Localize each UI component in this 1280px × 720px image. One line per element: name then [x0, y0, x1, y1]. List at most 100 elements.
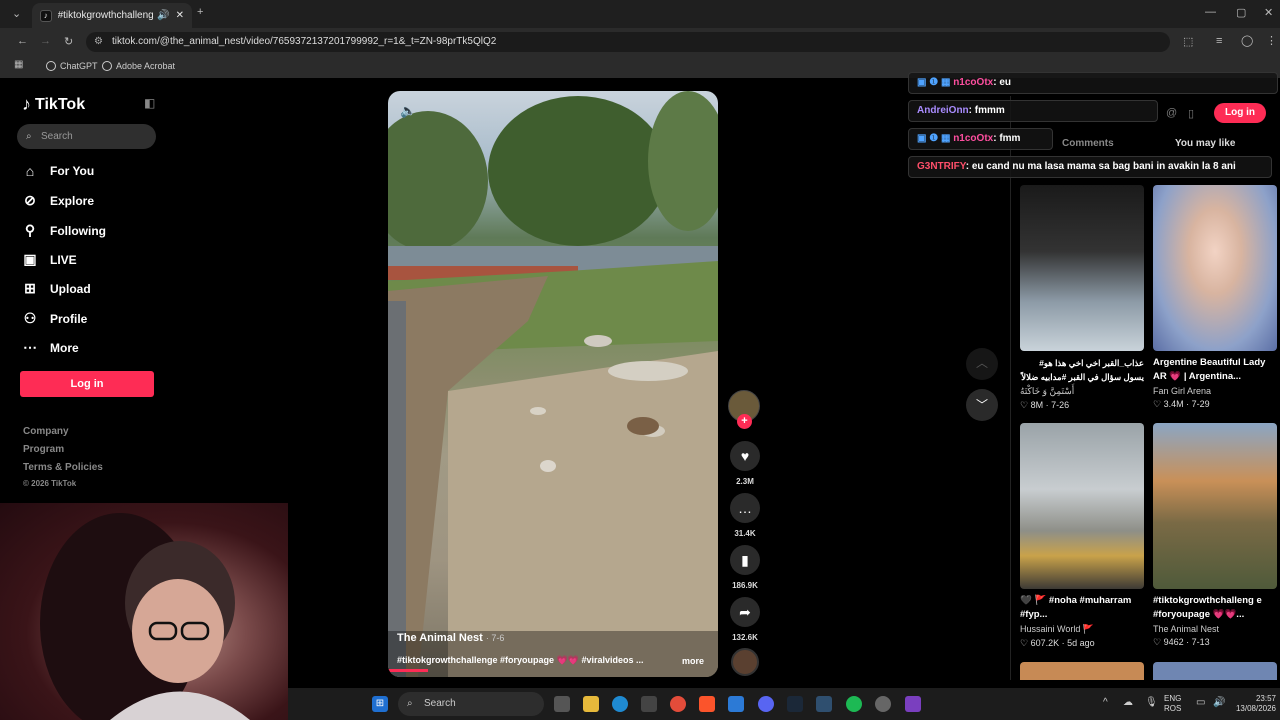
- video-thumbnail[interactable]: [1020, 185, 1144, 351]
- mic-icon[interactable]: 🎙: [1145, 697, 1158, 708]
- webcam-overlay: [0, 503, 288, 720]
- chat-message: G3NTRIFY: eu cand nu ma lasa mama sa bag…: [908, 156, 1272, 178]
- taskbar-search-input[interactable]: ⌕ Search: [398, 692, 544, 716]
- card-title[interactable]: عذاب_القبر اخي اخي هذا هو# يسول سؤال في …: [1020, 356, 1144, 384]
- language-code: ENG: [1164, 694, 1182, 703]
- windows-start-icon[interactable]: ⊞: [372, 696, 388, 712]
- video-caption[interactable]: #tiktokgrowthchallenge #foryoupage 💗💗 #v…: [397, 655, 657, 666]
- caption-more-link[interactable]: more: [682, 656, 704, 666]
- new-tab-icon[interactable]: +: [197, 6, 203, 18]
- address-bar[interactable]: ⚙ tiktok.com/@the_animal_nest/video/7659…: [86, 32, 1170, 52]
- cloud-icon[interactable]: ☁: [1123, 697, 1133, 708]
- card-date: 7-26: [1051, 400, 1070, 410]
- login-button[interactable]: Log in: [20, 371, 154, 397]
- sidebar-item-more[interactable]: ⋯ More: [22, 339, 79, 356]
- chrome-menu-icon[interactable]: ⋮: [1266, 34, 1277, 47]
- video-thumbnail[interactable]: [1153, 185, 1277, 351]
- discord-icon[interactable]: [758, 696, 774, 712]
- card-author[interactable]: Hussaini World 🚩: [1020, 624, 1144, 635]
- footer-terms-link[interactable]: Terms & Policies: [23, 462, 103, 473]
- extensions-icon[interactable]: ⬚: [1183, 35, 1193, 48]
- forward-icon[interactable]: →: [40, 35, 51, 47]
- steam-alt-icon[interactable]: [816, 696, 832, 712]
- sidebar-item-label: Explore: [50, 193, 95, 208]
- browser-tab[interactable]: ♪ #tiktokgrowthchallenge #fo 🔊 ✕: [32, 3, 192, 28]
- audio-icon[interactable]: 🔊: [157, 10, 169, 21]
- media-icon[interactable]: ≡: [1216, 35, 1222, 47]
- back-icon[interactable]: ←: [17, 35, 28, 47]
- sidebar-item-following[interactable]: ⚲ Following: [22, 222, 106, 239]
- card-title[interactable]: 🖤 🚩 #noha #muharram #fyp...: [1020, 594, 1144, 622]
- close-window-icon[interactable]: ✕: [1264, 6, 1273, 19]
- settings-icon[interactable]: [875, 696, 891, 712]
- tray-chevron-icon[interactable]: ^: [1103, 697, 1108, 708]
- close-tab-icon[interactable]: ✕: [176, 10, 184, 21]
- file-explorer-icon[interactable]: [583, 696, 599, 712]
- maximize-icon[interactable]: ▢: [1236, 6, 1246, 19]
- video-author[interactable]: The Animal Nest: [397, 632, 483, 644]
- video-thumbnail[interactable]: [1153, 662, 1277, 680]
- share-arrow-icon: ➦: [739, 604, 751, 620]
- comment-button[interactable]: …: [730, 493, 760, 523]
- card-author[interactable]: The Animal Nest: [1153, 624, 1277, 634]
- follow-plus-icon[interactable]: +: [737, 414, 752, 429]
- recommended-video-card[interactable]: عذاب_القبر اخي اخي هذا هو# يسول سؤال في …: [1020, 185, 1144, 411]
- card-title[interactable]: Argentine Beautiful Lady AR 💗 | Argentin…: [1153, 356, 1277, 384]
- video-player[interactable]: 🔈 The Animal Nest · 7-6 #tiktokgrowthcha…: [388, 91, 718, 677]
- video-thumbnail[interactable]: [1020, 662, 1144, 680]
- video-thumbnail[interactable]: [1020, 423, 1144, 589]
- recommended-video-card[interactable]: #tiktokgrowthchalleng e #foryoupage 💗💗..…: [1153, 423, 1277, 648]
- apps-grid-icon[interactable]: ▦: [14, 59, 23, 70]
- recommended-video-card[interactable]: Argentine Beautiful Lady AR 💗 | Argentin…: [1153, 185, 1277, 410]
- chrome-icon[interactable]: [670, 696, 686, 712]
- card-author[interactable]: Fan Girl Arena: [1153, 386, 1277, 396]
- share-button[interactable]: ➦: [730, 597, 760, 627]
- collapse-sidebar-icon[interactable]: ◧: [144, 96, 155, 110]
- brave-icon[interactable]: [699, 696, 715, 712]
- reload-icon[interactable]: ↻: [64, 35, 73, 48]
- share-count: 132.6K: [732, 633, 758, 642]
- language-indicator[interactable]: ENG ROS: [1164, 694, 1181, 714]
- bookmark-adobe-acrobat[interactable]: Adobe Acrobat: [102, 61, 175, 71]
- search-input[interactable]: ⌕ Search: [17, 124, 156, 149]
- sidebar-item-explore[interactable]: ⊘ Explore: [22, 192, 94, 209]
- video-author-line[interactable]: The Animal Nest · 7-6: [397, 632, 504, 644]
- card-author[interactable]: أَسْتَمِنَّ وَ خَاكْتَهُ: [1020, 386, 1144, 397]
- next-video-button[interactable]: ﹀: [966, 389, 998, 421]
- edge-icon[interactable]: [612, 696, 628, 712]
- save-button[interactable]: ▮: [730, 545, 760, 575]
- url-text: tiktok.com/@the_animal_nest/video/765937…: [112, 36, 497, 47]
- volume-icon[interactable]: 🔊: [1213, 697, 1225, 708]
- like-button[interactable]: ♥: [730, 441, 760, 471]
- tiktok-logo[interactable]: ♪ TikTok: [22, 94, 85, 115]
- clock-time: 23:57: [1255, 694, 1276, 703]
- obs-icon[interactable]: [905, 696, 921, 712]
- network-icon[interactable]: ▭: [1196, 697, 1205, 708]
- profile-icon[interactable]: ◯: [1241, 34, 1253, 47]
- previous-video-button[interactable]: ︿: [966, 348, 998, 380]
- video-thumbnail[interactable]: [1153, 423, 1277, 589]
- vscode-icon[interactable]: [728, 696, 744, 712]
- taskbar-search-placeholder: Search: [424, 698, 456, 709]
- bookmark-chatgpt[interactable]: ChatGPT: [46, 61, 98, 71]
- task-view-icon[interactable]: [554, 696, 570, 712]
- sidebar-item-live[interactable]: ▣ LIVE: [22, 251, 76, 268]
- sidebar-item-for-you[interactable]: ⌂ For You: [22, 163, 94, 179]
- music-disc-icon[interactable]: [731, 648, 759, 676]
- heart-icon: ♡: [1020, 638, 1029, 648]
- site-info-icon[interactable]: ⚙: [94, 32, 103, 52]
- clock[interactable]: 23:57 13/08/2026: [1228, 694, 1276, 714]
- card-title[interactable]: #tiktokgrowthchalleng e #foryoupage 💗💗..…: [1153, 594, 1277, 622]
- sound-icon[interactable]: 🔈: [400, 103, 416, 119]
- footer-program-link[interactable]: Program: [23, 444, 64, 455]
- recommended-video-card[interactable]: 🖤 🚩 #noha #muharram #fyp... Hussaini Wor…: [1020, 423, 1144, 649]
- chat-message: ▣ ❶ ▦ n1coOtx: fmm: [908, 128, 1053, 150]
- spotify-icon[interactable]: [846, 696, 862, 712]
- sidebar-item-profile[interactable]: ⚇ Profile: [22, 310, 88, 327]
- tab-list-icon[interactable]: ⌄: [12, 7, 21, 20]
- minimize-icon[interactable]: —: [1205, 6, 1216, 18]
- sidebar-item-upload[interactable]: ⊞ Upload: [22, 280, 91, 297]
- footer-company-link[interactable]: Company: [23, 426, 69, 437]
- steam-icon[interactable]: [787, 696, 803, 712]
- store-icon[interactable]: [641, 696, 657, 712]
